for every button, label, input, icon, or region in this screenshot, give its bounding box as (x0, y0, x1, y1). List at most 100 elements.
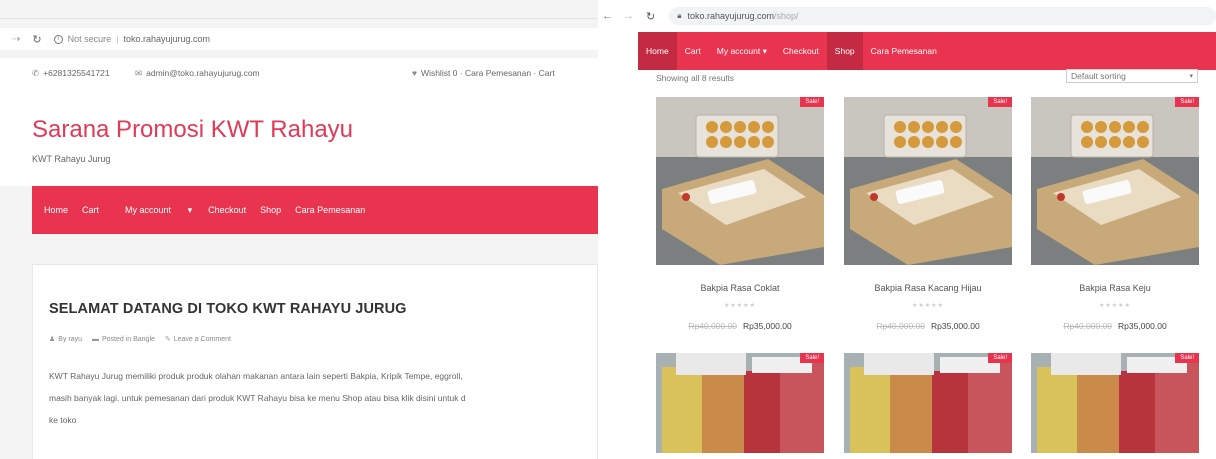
reload-icon[interactable]: ↻ (32, 33, 41, 46)
url-field[interactable]: 🔒︎ toko.rahayujurug.com/shop/ (669, 7, 1216, 25)
snack-packs-photo (844, 353, 1012, 453)
security-label: Not secure (67, 34, 112, 44)
product-image[interactable]: Sale! (1031, 97, 1199, 265)
chevron-down-icon: ▾ (187, 204, 193, 215)
product-card[interactable]: Sale! (844, 353, 1012, 453)
phone-number: +6281325541721 (43, 68, 110, 78)
back-icon[interactable]: ← (602, 10, 613, 22)
post-comment-link[interactable]: Leave a Comment (174, 336, 231, 343)
post-body: KWT Rahayu Jurug memiliki produk produk … (49, 365, 594, 431)
folder-icon: ▬ (91, 336, 99, 343)
phone-contact[interactable]: ✆ +6281325541721 (32, 68, 110, 79)
bakpia-box-photo (844, 97, 1012, 265)
product-name[interactable]: Bakpia Rasa Coklat (656, 283, 824, 293)
nav-item-my-account[interactable]: My account ▾ (113, 205, 194, 216)
bakpia-box-photo (1031, 97, 1199, 265)
product-image[interactable]: Sale! (656, 353, 824, 453)
nav-item-cart[interactable]: Cart (677, 32, 709, 70)
url-text[interactable]: toko.rahayujurug.com (123, 34, 210, 44)
email-contact[interactable]: ✉ admin@toko.rahayujurug.com (135, 68, 260, 79)
nav-item-my-account-label: My account (716, 46, 761, 56)
product-card[interactable]: Sale! (656, 353, 824, 453)
phone-icon: ✆ (32, 68, 40, 78)
main-nav: Home Cart My account ▾ Checkout Shop Car… (32, 186, 598, 234)
topbar-links[interactable]: ♥ Wishlist 0 · Cara Pemesanan · Cart (412, 68, 555, 78)
nav-item-shop[interactable]: Shop (826, 32, 863, 70)
nav-item-cara-pemesanan[interactable]: Cara Pemesanan (863, 32, 945, 70)
user-icon: ♟ (49, 336, 56, 343)
post-body-line: ke toko (49, 415, 77, 425)
forward-icon[interactable]: ⇢ (12, 34, 20, 45)
product-price: Rp40,000.00 Rp35,000.00 (656, 321, 824, 331)
right-browser-window: ← → ↻ 🔒︎ toko.rahayujurug.com/shop/ Home… (598, 0, 1216, 459)
sale-badge: Sale! (1175, 353, 1199, 363)
info-icon[interactable]: i (53, 34, 63, 44)
main-nav: Home Cart My account ▾ Checkout Shop Car… (638, 32, 1216, 70)
snack-packs-photo (656, 353, 824, 453)
product-card[interactable]: Sale! (1031, 353, 1199, 453)
old-price: Rp40,000.00 (876, 321, 925, 331)
url-host: toko.rahayujurug.com (687, 11, 775, 21)
nav-item-home[interactable]: Home (44, 205, 68, 215)
reload-icon[interactable]: ↻ (646, 10, 655, 23)
nav-item-cara-pemesanan[interactable]: Cara Pemesanan (295, 205, 365, 215)
sort-select[interactable]: Default sorting ▾ (1066, 69, 1198, 83)
address-bar[interactable]: ← → ↻ 🔒︎ toko.rahayujurug.com/shop/ (598, 0, 1216, 32)
topbar-links-text: Wishlist 0 · Cara Pemesanan · Cart (421, 68, 555, 78)
comment-icon: ✎ (164, 336, 171, 343)
post-title[interactable]: SELAMAT DATANG DI TOKO KWT RAHAYU JURUG (49, 301, 407, 317)
nav-item-cart[interactable]: Cart (82, 205, 99, 215)
sale-badge: Sale! (800, 97, 824, 107)
post-meta: ♟ By rayu ▬ Posted in Bangle ✎ Leave a Comm… (49, 335, 231, 343)
nav-item-checkout[interactable]: Checkout (775, 32, 827, 70)
star-rating-icon: ★★★★★ (724, 303, 756, 309)
post-body-line: masih banyak lagi. untuk pemesanan dari … (49, 393, 466, 403)
product-name[interactable]: Bakpia Rasa Kacang Hijau (844, 283, 1012, 293)
site-topbar: ✆ +6281325541721 ✉ admin@toko.rahayujurug.… (0, 58, 598, 88)
product-card[interactable]: Sale! Bakpia Rasa Kacang Hijau ★★★★★ Rp4… (844, 97, 1012, 331)
snack-packs-photo (1031, 353, 1199, 453)
site-description: KWT Rahayu Jurug (32, 154, 111, 164)
address-bar[interactable]: ⇢ ↻ i Not secure | toko.rahayujurug.com (0, 28, 598, 50)
result-count: Showing all 8 results (656, 73, 734, 83)
old-price: Rp40,000.00 (1063, 321, 1112, 331)
forward-icon[interactable]: → (623, 10, 634, 22)
sale-badge: Sale! (800, 353, 824, 363)
product-name[interactable]: Bakpia Rasa Keju (1031, 283, 1199, 293)
tab-strip-divider (0, 18, 598, 19)
product-image[interactable]: Sale! (656, 97, 824, 265)
nav-item-checkout[interactable]: Checkout (208, 205, 246, 215)
email-address: admin@toko.rahayujurug.com (146, 68, 260, 78)
sale-price: Rp35,000.00 (743, 321, 792, 331)
product-card[interactable]: Sale! Bakpia Rasa Keju ★★★★★ Rp40,000.00… (1031, 97, 1199, 331)
nav-item-home[interactable]: Home (638, 32, 677, 70)
sale-price: Rp35,000.00 (1118, 321, 1167, 331)
mail-icon: ✉ (135, 68, 143, 78)
url-separator: | (116, 34, 119, 44)
sort-selected-value: Default sorting (1071, 71, 1126, 81)
product-card[interactable]: Sale! Bakpia Rasa Coklat ★★★★★ Rp40,000.… (656, 97, 824, 331)
sale-badge: Sale! (988, 353, 1012, 363)
product-price: Rp40,000.00 Rp35,000.00 (844, 321, 1012, 331)
nav-item-shop[interactable]: Shop (260, 205, 281, 215)
product-image[interactable]: Sale! (1031, 353, 1199, 453)
post-category[interactable]: Posted in Bangle (102, 336, 155, 343)
nav-item-my-account-label: My account (125, 204, 172, 215)
nav-item-my-account[interactable]: My account ▾ (709, 32, 775, 70)
sale-badge: Sale! (1175, 97, 1199, 107)
star-rating-icon: ★★★★★ (1099, 303, 1131, 309)
heart-icon: ♥ (412, 68, 418, 78)
old-price: Rp40,000.00 (688, 321, 737, 331)
chevron-down-icon: ▾ (762, 45, 767, 56)
site-title[interactable]: Sarana Promosi KWT Rahayu (32, 116, 353, 144)
post-author[interactable]: By rayu (58, 336, 82, 343)
post-body-line: KWT Rahayu Jurug memiliki produk produk … (49, 371, 463, 381)
url-path: /shop/ (774, 11, 799, 21)
post-card: SELAMAT DATANG DI TOKO KWT RAHAYU JURUG … (32, 264, 598, 459)
product-image[interactable]: Sale! (844, 97, 1012, 265)
lock-icon: 🔒︎ (677, 11, 682, 20)
sale-price: Rp35,000.00 (931, 321, 980, 331)
product-price: Rp40,000.00 Rp35,000.00 (1031, 321, 1199, 331)
sale-badge: Sale! (988, 97, 1012, 107)
product-image[interactable]: Sale! (844, 353, 1012, 453)
